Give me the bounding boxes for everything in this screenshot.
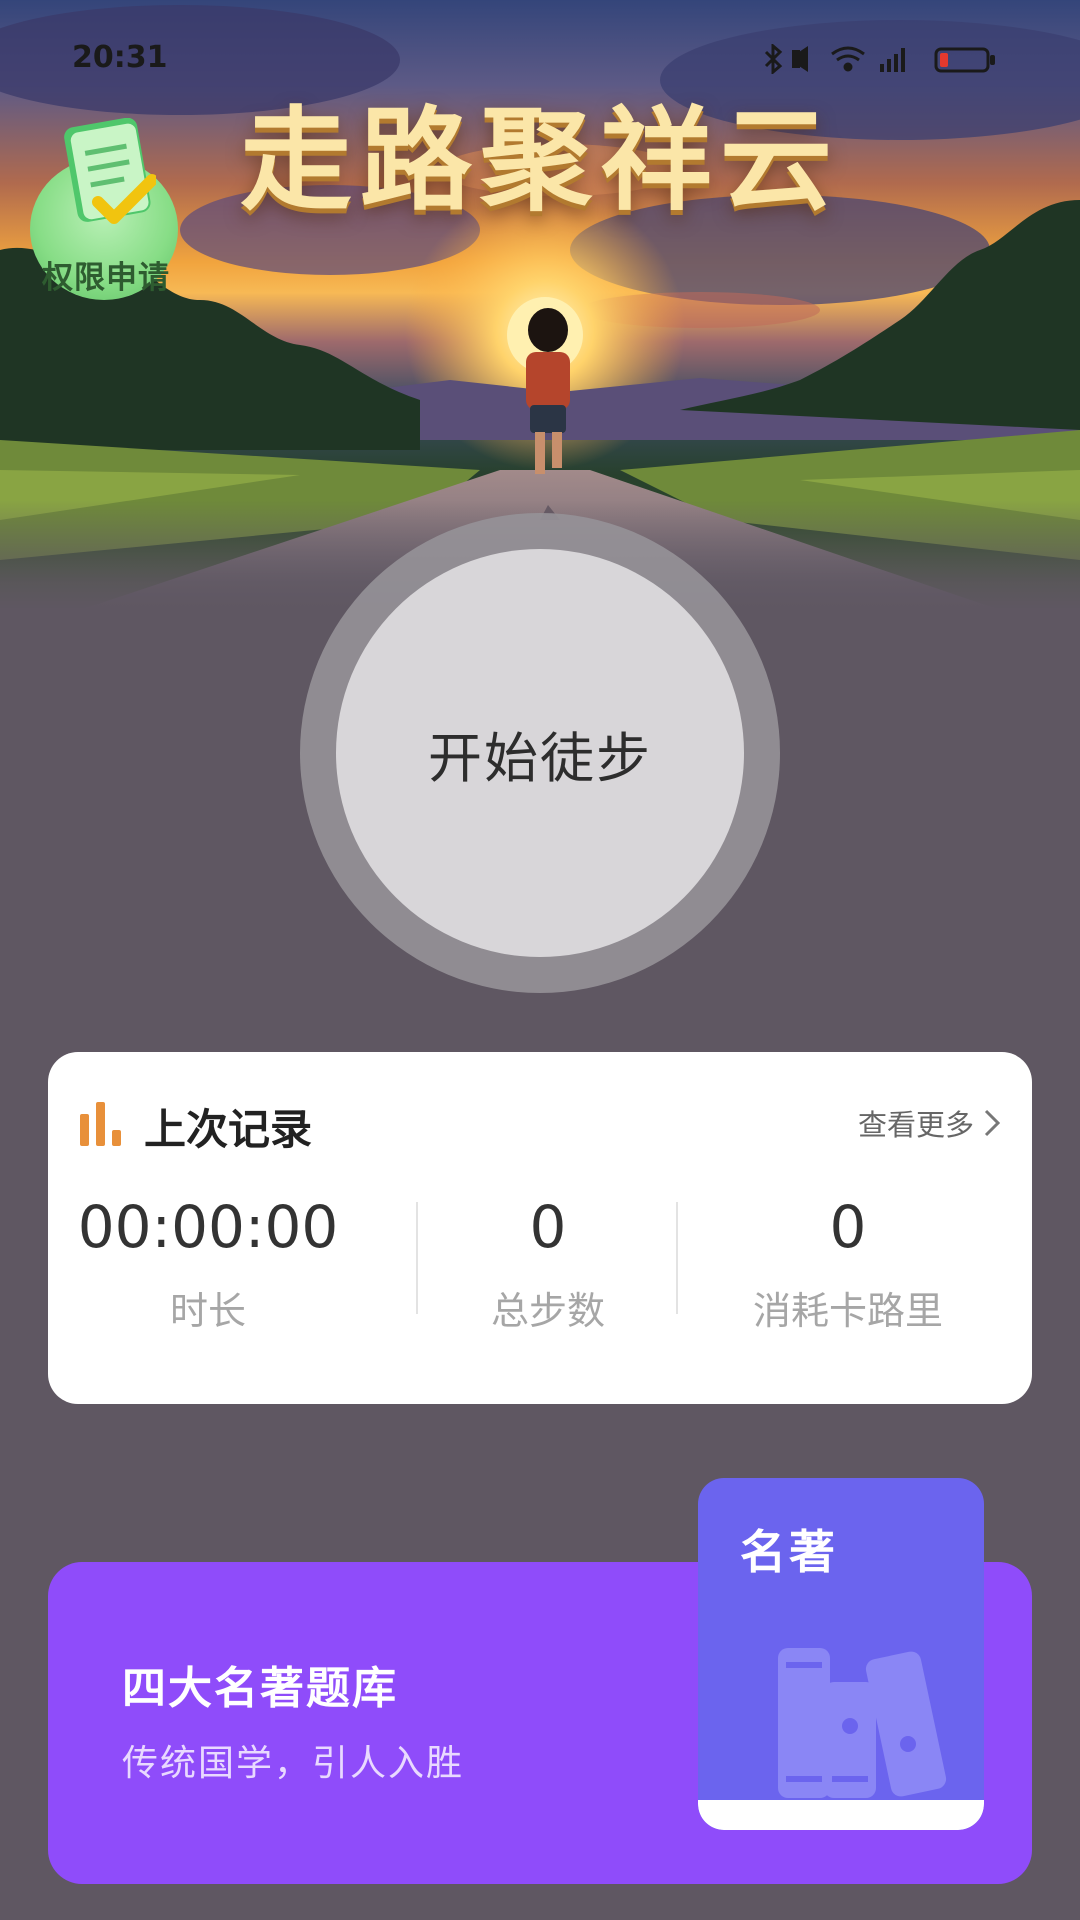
mute-icon <box>792 46 808 72</box>
stat-calories-label: 消耗卡路里 <box>752 1289 943 1333</box>
permission-badge-label: 权限申请 <box>42 260 170 296</box>
bookshelf-base <box>698 1800 984 1830</box>
stat-steps-label: 总步数 <box>490 1289 605 1333</box>
classics-card-label: 名著 <box>740 1525 838 1579</box>
bar-chart-icon <box>80 1102 121 1146</box>
last-record-title: 上次记录 <box>144 1105 313 1154</box>
stat-steps: 0 总步数 <box>418 1192 678 1335</box>
permission-request-badge[interactable]: 权限申请 <box>26 112 182 300</box>
wifi-icon <box>831 46 865 72</box>
stat-steps-value: 0 <box>529 1193 567 1261</box>
signal-icon <box>880 48 905 72</box>
stat-calories: 0 消耗卡路里 <box>698 1192 998 1335</box>
classics-card[interactable]: 名著 <box>698 1478 984 1830</box>
stat-duration-value: 00:00:00 <box>77 1193 339 1261</box>
checklist-icon <box>64 118 156 224</box>
stat-duration: 00:00:00 时长 <box>68 1192 348 1335</box>
chevron-right-icon <box>984 1109 1000 1137</box>
stat-duration-label: 时长 <box>169 1289 246 1333</box>
books-icon <box>778 1648 947 1798</box>
bluetooth-icon <box>764 42 783 76</box>
quiz-title: 四大名著题库 <box>122 1663 398 1714</box>
battery-icon <box>934 47 995 73</box>
start-hiking-button[interactable]: 开始徒步 <box>336 549 744 957</box>
stat-divider <box>676 1202 678 1314</box>
last-record-card: 上次记录 查看更多 00:00:00 时长 0 总步数 0 消耗卡路里 <box>48 1052 1032 1404</box>
quiz-subtitle: 传统国学，引人入胜 <box>122 1743 465 1784</box>
view-more-link[interactable]: 查看更多 <box>858 1102 1000 1144</box>
stat-calories-value: 0 <box>829 1193 867 1261</box>
view-more-label: 查看更多 <box>857 1108 974 1142</box>
